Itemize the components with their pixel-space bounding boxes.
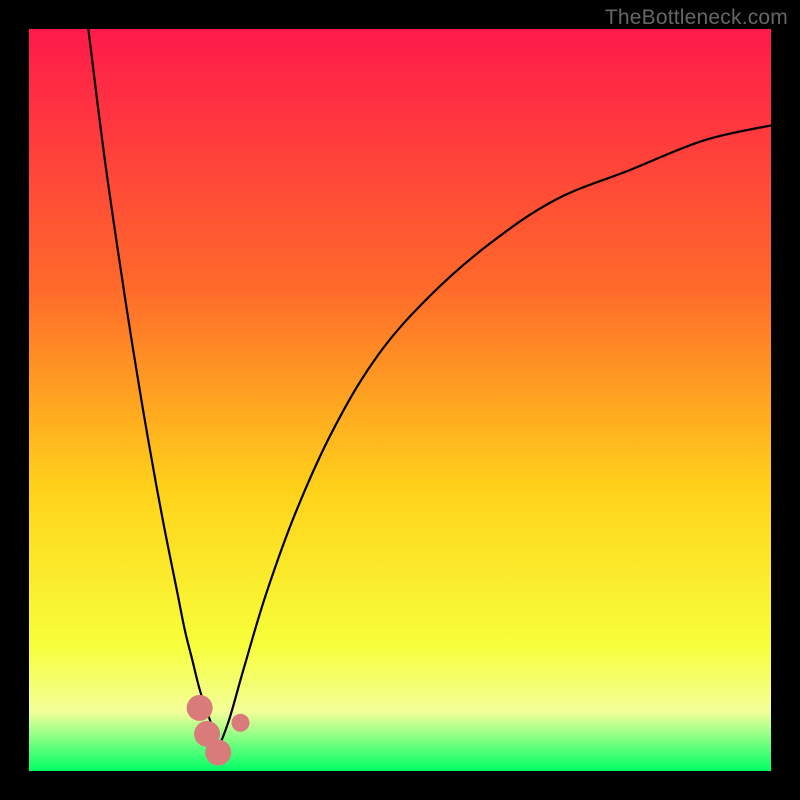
frame-border xyxy=(0,0,29,800)
chart-frame: TheBottleneck.com xyxy=(0,0,800,800)
frame-border xyxy=(771,0,800,800)
watermark-text: TheBottleneck.com xyxy=(605,6,788,30)
highlight-left-upper xyxy=(187,695,213,721)
bottleneck-chart xyxy=(0,0,800,800)
highlight-bottom xyxy=(205,739,231,765)
highlight-right xyxy=(231,714,249,732)
frame-border xyxy=(0,771,800,800)
